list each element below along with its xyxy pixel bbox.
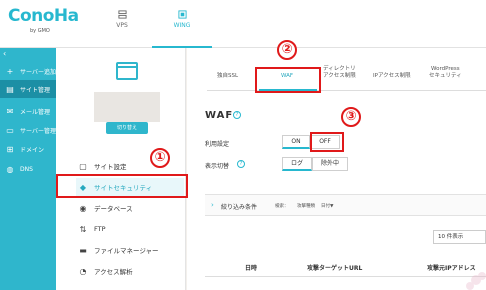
table-divider bbox=[205, 276, 486, 277]
wing-icon bbox=[177, 10, 187, 19]
collapse-icon[interactable]: ‹ bbox=[3, 49, 6, 58]
sidebar-item-label: サーバー管理 bbox=[20, 127, 56, 135]
main-content: 独自SSL WAF ディレクトリ アクセス制限 IPアクセス制限 WordPre… bbox=[187, 48, 486, 290]
server-window-icon bbox=[116, 62, 138, 80]
server-panel: 切り替え ▢ サイト設定 ◆ サイトセキュリティ ◉ データベース ⇅ FTP … bbox=[56, 48, 186, 290]
database-icon: ◉ bbox=[79, 203, 87, 213]
filter-date[interactable]: 日付▼ bbox=[321, 203, 333, 209]
sidebar-item-site-management[interactable]: ▤ サイト管理 bbox=[0, 80, 56, 98]
menu-label: FTP bbox=[94, 225, 106, 233]
menu-label: ファイルマネージャー bbox=[94, 247, 159, 255]
mail-icon: ✉ bbox=[6, 106, 14, 116]
menu-file-manager[interactable]: ▬ ファイルマネージャー bbox=[76, 241, 184, 259]
tab-divider bbox=[207, 90, 486, 91]
plus-icon: + bbox=[6, 66, 14, 76]
page-title: WAF bbox=[205, 110, 234, 121]
sidebar-item-label: DNS bbox=[20, 165, 33, 173]
file-manager-icon: ▬ bbox=[79, 245, 87, 255]
dns-icon: ◍ bbox=[6, 164, 14, 174]
sidebar-item-domain[interactable]: ⊞ ドメイン bbox=[0, 140, 56, 158]
domain-icon: ⊞ bbox=[6, 144, 14, 154]
chevron-right-icon: › bbox=[211, 201, 214, 209]
display-label: 表示切替 bbox=[205, 163, 230, 170]
highlight-site-security bbox=[56, 174, 188, 198]
help-icon[interactable]: ? bbox=[237, 160, 245, 168]
menu-database[interactable]: ◉ データベース bbox=[76, 199, 184, 217]
conoha-control-panel: ConoHa by GMO VPS WING ‹ + サーバー追加 ▤ サイト管… bbox=[0, 0, 486, 290]
exclude-button[interactable]: 除外中 bbox=[312, 157, 348, 171]
sidebar-item-label: サイト管理 bbox=[20, 86, 51, 94]
sakura-decoration-icon bbox=[466, 272, 486, 290]
sidebar-item-dns[interactable]: ◍ DNS bbox=[0, 160, 56, 178]
filter-attack-type[interactable]: 攻撃種類 bbox=[297, 203, 315, 209]
tab-wing-label: WING bbox=[173, 22, 191, 29]
tab-wordpress-security[interactable]: WordPress セキュリティ bbox=[429, 66, 462, 80]
log-button[interactable]: ログ bbox=[282, 157, 312, 171]
server-icon: ▤ bbox=[6, 84, 14, 94]
sidebar-item-server-management[interactable]: ▭ サーバー管理 bbox=[0, 121, 56, 139]
menu-label: データベース bbox=[94, 205, 133, 213]
page-size-select[interactable]: 10 件表示 bbox=[433, 230, 486, 244]
highlight-off-button bbox=[310, 132, 344, 152]
menu-ftp[interactable]: ⇅ FTP bbox=[76, 220, 184, 238]
tab-ip-access[interactable]: IPアクセス制限 bbox=[373, 73, 411, 80]
sidebar-item-add-server[interactable]: + サーバー追加 bbox=[0, 62, 56, 80]
top-bar: ConoHa by GMO VPS WING bbox=[0, 0, 486, 48]
tab-vps-label: VPS bbox=[116, 22, 128, 29]
server-manage-icon: ▭ bbox=[6, 125, 14, 135]
annotation-2: ② bbox=[277, 40, 297, 60]
filter-label: 絞り込み条件 bbox=[221, 204, 258, 211]
logo-text: ConoHa bbox=[8, 6, 79, 26]
ftp-icon: ⇅ bbox=[79, 224, 87, 234]
highlight-waf-tab bbox=[255, 67, 321, 93]
switch-server-button[interactable]: 切り替え bbox=[106, 122, 148, 134]
sidebar-item-label: サーバー追加 bbox=[20, 68, 56, 76]
vps-icon bbox=[117, 10, 127, 19]
col-target-url: 攻撃ターゲットURL bbox=[307, 265, 363, 272]
conoha-logo[interactable]: ConoHa by GMO bbox=[8, 6, 79, 42]
tab-ssl[interactable]: 独自SSL bbox=[217, 73, 238, 80]
menu-access-analysis[interactable]: ◔ アクセス解析 bbox=[76, 262, 184, 280]
sidebar-item-label: メール管理 bbox=[20, 108, 51, 116]
logo-sub: by GMO bbox=[30, 28, 50, 34]
waf-on-button[interactable]: ON bbox=[282, 135, 310, 149]
sidebar: ‹ + サーバー追加 ▤ サイト管理 ✉ メール管理 ▭ サーバー管理 ⊞ ドメ… bbox=[0, 48, 56, 290]
site-settings-icon: ▢ bbox=[79, 161, 87, 171]
tab-vps[interactable]: VPS bbox=[92, 8, 152, 48]
menu-label: アクセス解析 bbox=[94, 268, 133, 276]
access-analysis-icon: ◔ bbox=[79, 266, 87, 276]
sidebar-item-mail[interactable]: ✉ メール管理 bbox=[0, 102, 56, 120]
annotation-3: ③ bbox=[341, 107, 361, 127]
col-datetime: 日時 bbox=[245, 265, 258, 272]
sidebar-item-label: ドメイン bbox=[20, 146, 45, 154]
tab-wing[interactable]: WING bbox=[152, 8, 212, 48]
filter-bar[interactable]: › 絞り込み条件 検索： 攻撃種類 日付▼ bbox=[205, 194, 486, 216]
tab-directory-access[interactable]: ディレクトリ アクセス制限 bbox=[323, 66, 356, 80]
filter-search[interactable]: 検索： bbox=[275, 203, 289, 209]
help-icon[interactable]: ? bbox=[233, 111, 241, 119]
annotation-1: ① bbox=[150, 148, 170, 168]
server-name-redacted bbox=[94, 92, 160, 122]
setting-label: 利用設定 bbox=[205, 141, 230, 148]
menu-label: サイト設定 bbox=[94, 163, 127, 171]
